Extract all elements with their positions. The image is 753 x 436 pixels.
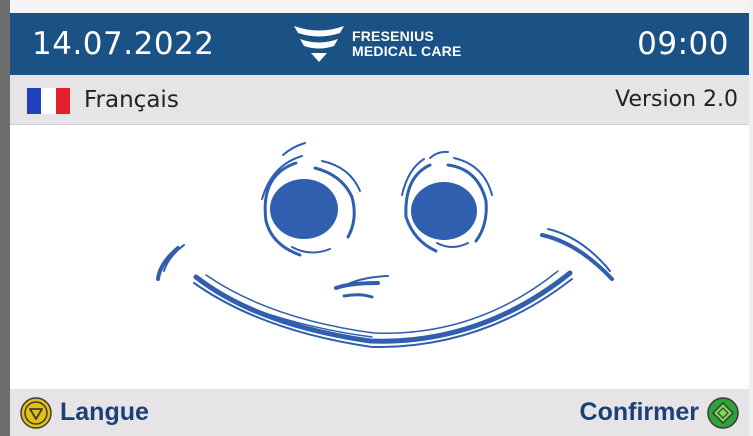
language-button-label: Langue xyxy=(60,398,149,426)
language-label: Français xyxy=(84,87,179,113)
confirm-button-label: Confirmer xyxy=(579,398,699,426)
screen-bezel-left xyxy=(0,0,10,436)
screen-bezel-right xyxy=(749,0,753,436)
footer-bar: Langue Confirmer xyxy=(10,389,749,436)
info-bar: Français Version 2.0 xyxy=(10,75,749,125)
header-date: 14.07.2022 xyxy=(32,26,215,62)
logo-wordmark: FRESENIUS MEDICAL CARE xyxy=(352,29,461,59)
smiley-face-illustration xyxy=(156,142,614,349)
header-time: 09:00 xyxy=(637,26,729,62)
confirm-diamond-icon xyxy=(707,396,739,429)
logo-line-1: FRESENIUS xyxy=(352,28,434,44)
main-content xyxy=(10,125,749,389)
logo-line-2: MEDICAL CARE xyxy=(352,43,462,59)
header-bar: 14.07.2022 FRESENIUS MEDICAL CARE 09:00 xyxy=(10,13,749,75)
fresenius-logo-icon xyxy=(294,26,344,62)
confirm-button[interactable]: Confirmer xyxy=(580,389,739,436)
version-label: Version 2.0 xyxy=(615,87,738,112)
down-triangle-circle-icon xyxy=(20,396,52,429)
language-button[interactable]: Langue xyxy=(10,389,149,436)
france-flag-icon xyxy=(27,88,70,114)
screen-bezel-top xyxy=(10,0,749,13)
